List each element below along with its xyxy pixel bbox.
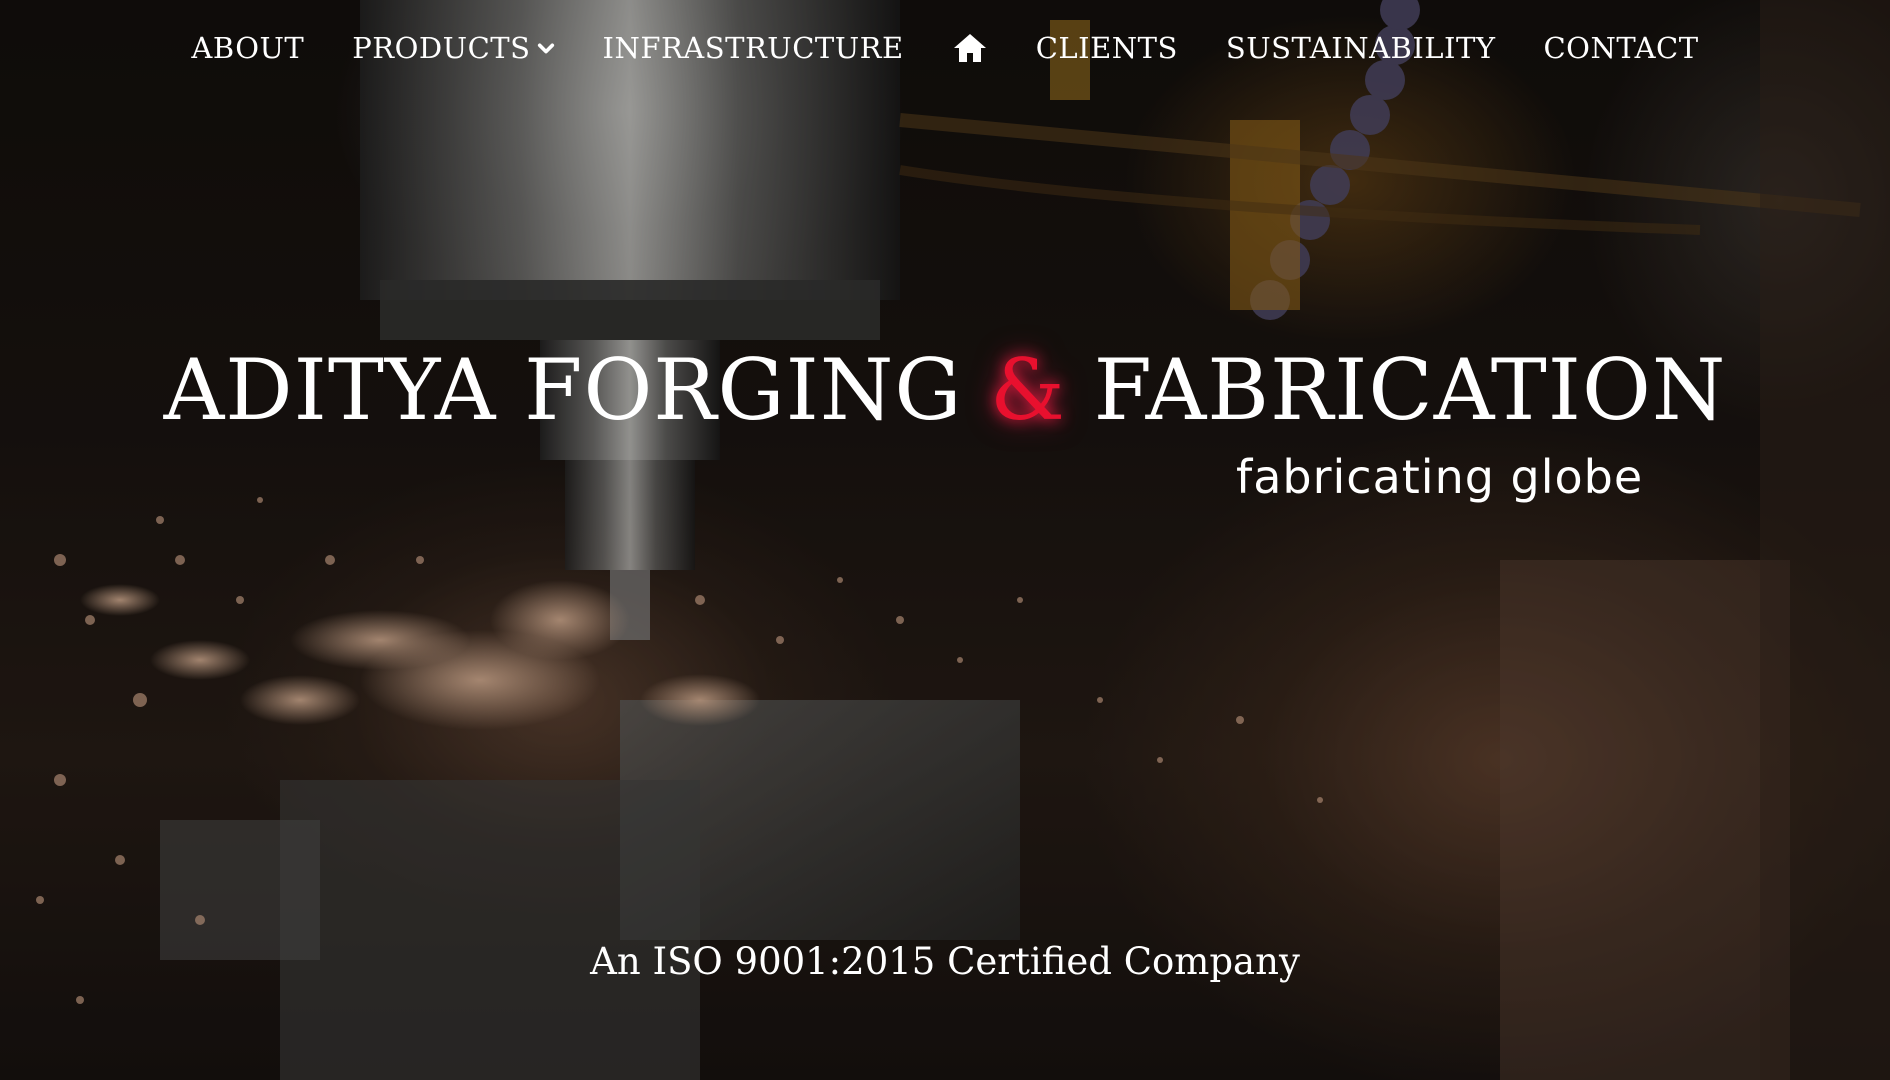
home-icon[interactable] [952,32,988,64]
title-ampersand: & [990,341,1066,439]
nav-products[interactable]: PRODUCTS [352,31,554,65]
title-part-1: ADITYA FORGING [163,341,991,439]
nav-about[interactable]: ABOUT [191,31,304,65]
tagline: fabricating globe [1236,450,1644,504]
company-title: ADITYA FORGING & FABRICATION [0,340,1890,440]
hero-section: ABOUT PRODUCTS INFRASTRUCTURE CLIENTS SU… [0,0,1890,1080]
iso-certification-text: An ISO 9001:2015 Certified Company [590,940,1300,983]
main-navigation: ABOUT PRODUCTS INFRASTRUCTURE CLIENTS SU… [0,26,1890,70]
nav-infrastructure[interactable]: INFRASTRUCTURE [603,31,904,65]
nav-sustainability[interactable]: SUSTAINABILITY [1226,31,1496,65]
chevron-down-icon [537,43,554,54]
dark-overlay [0,0,1890,1080]
nav-contact[interactable]: CONTACT [1543,31,1698,65]
nav-clients[interactable]: CLIENTS [1036,31,1178,65]
nav-products-label: PRODUCTS [352,31,531,65]
title-part-2: FABRICATION [1065,341,1727,439]
